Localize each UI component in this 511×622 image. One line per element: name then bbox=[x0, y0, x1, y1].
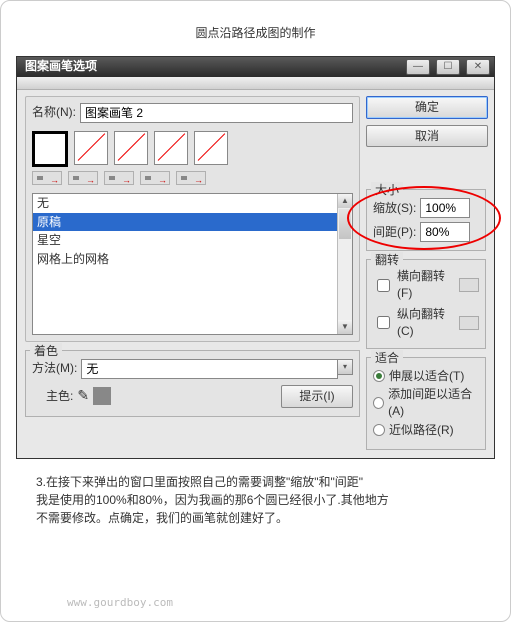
tile-3[interactable] bbox=[114, 131, 148, 165]
size-fieldset: 大小 缩放(S): 间距(P): bbox=[366, 189, 486, 251]
eyedropper-icon[interactable]: ✎ bbox=[77, 386, 89, 406]
top-panel: 名称(N): → → → → → bbox=[25, 96, 360, 342]
fit-stretch-radio[interactable]: 伸展以适合(T) bbox=[373, 368, 479, 385]
ok-button[interactable]: 确定 bbox=[366, 96, 488, 119]
close-button[interactable]: ✕ bbox=[466, 59, 490, 75]
method-select[interactable] bbox=[81, 359, 338, 379]
tile-5[interactable] bbox=[194, 131, 228, 165]
flip-v-icon bbox=[459, 316, 479, 330]
list-item[interactable]: 网格上的网格 bbox=[33, 250, 337, 269]
subtile-row: → → → → → bbox=[32, 171, 353, 185]
scroll-up-button[interactable]: ▲ bbox=[338, 194, 352, 208]
caption-line: 不需要修改。点确定，我们的画笔就创建好了。 bbox=[36, 509, 475, 527]
fit-approx-radio[interactable]: 近似路径(R) bbox=[373, 422, 479, 439]
window-title: 图案画笔选项 bbox=[21, 58, 97, 75]
subtile-3[interactable]: → bbox=[104, 171, 134, 185]
tile-4[interactable] bbox=[154, 131, 188, 165]
size-legend: 大小 bbox=[371, 182, 403, 199]
fit-legend: 适合 bbox=[371, 350, 403, 367]
subtile-5[interactable]: → bbox=[176, 171, 206, 185]
method-dropdown-button[interactable]: ▾ bbox=[338, 359, 353, 375]
watermark: www.gourdboy.com bbox=[67, 596, 173, 609]
pattern-listbox[interactable]: 无 原稿 星空 网格上的网格 ▲ ▼ bbox=[32, 193, 353, 335]
scrollbar[interactable]: ▲ ▼ bbox=[337, 194, 352, 334]
method-label: 方法(M): bbox=[32, 360, 77, 377]
name-input[interactable] bbox=[80, 103, 353, 123]
caption-line: 我是使用的100%和80%，因为我画的那6个圆已经很小了.其他地方 bbox=[36, 491, 475, 509]
tile-2[interactable] bbox=[74, 131, 108, 165]
list-item[interactable]: 无 bbox=[33, 194, 337, 213]
keycolor-label: 主色: bbox=[46, 388, 73, 405]
flip-v-label: 纵向翻转(C) bbox=[397, 306, 455, 340]
caption: 3.在接下来弹出的窗口里面按照自己的需要调整"缩放"和"间距" 我是使用的100… bbox=[36, 473, 475, 527]
scroll-down-button[interactable]: ▼ bbox=[338, 320, 352, 334]
toolbar-shelf bbox=[17, 77, 494, 90]
spacing-label: 间距(P): bbox=[373, 224, 416, 241]
flip-fieldset: 翻转 横向翻转(F) 纵向翻转(C) bbox=[366, 259, 486, 348]
subtile-2[interactable]: → bbox=[68, 171, 98, 185]
scale-input[interactable] bbox=[420, 198, 470, 218]
subtile-4[interactable]: → bbox=[140, 171, 170, 185]
tint-fieldset: 着色 方法(M): ▾ 主色: ✎ 提示(I) bbox=[25, 350, 360, 417]
tile-row bbox=[32, 131, 353, 167]
tint-legend: 着色 bbox=[30, 343, 62, 360]
scale-label: 缩放(S): bbox=[373, 200, 416, 217]
flip-h-checkbox[interactable] bbox=[377, 279, 390, 292]
titlebar: 图案画笔选项 — ☐ ✕ bbox=[17, 57, 494, 77]
tile-main[interactable] bbox=[32, 131, 68, 167]
caption-line: 3.在接下来弹出的窗口里面按照自己的需要调整"缩放"和"间距" bbox=[36, 473, 475, 491]
name-label: 名称(N): bbox=[32, 104, 76, 121]
flip-h-label: 横向翻转(F) bbox=[397, 268, 455, 302]
maximize-button[interactable]: ☐ bbox=[436, 59, 460, 75]
cancel-button[interactable]: 取消 bbox=[366, 125, 488, 148]
fit-addspace-radio[interactable]: 添加间距以适合(A) bbox=[373, 386, 479, 420]
flip-legend: 翻转 bbox=[371, 252, 403, 269]
minimize-button[interactable]: — bbox=[406, 59, 430, 75]
scroll-thumb[interactable] bbox=[339, 209, 351, 239]
list-item[interactable]: 原稿 bbox=[33, 213, 337, 232]
flip-v-checkbox[interactable] bbox=[377, 316, 390, 329]
tutorial-title: 圆点沿路径成图的制作 bbox=[16, 19, 495, 56]
flip-h-icon bbox=[459, 278, 479, 292]
tip-button[interactable]: 提示(I) bbox=[281, 385, 353, 408]
list-item[interactable]: 星空 bbox=[33, 231, 337, 250]
spacing-input[interactable] bbox=[420, 222, 470, 242]
subtile-1[interactable]: → bbox=[32, 171, 62, 185]
dialog-window: 图案画笔选项 — ☐ ✕ 名称(N): bbox=[16, 56, 495, 459]
keycolor-swatch[interactable] bbox=[93, 387, 111, 405]
fit-fieldset: 适合 伸展以适合(T) 添加间距以适合(A) 近似路径(R) bbox=[366, 357, 486, 450]
